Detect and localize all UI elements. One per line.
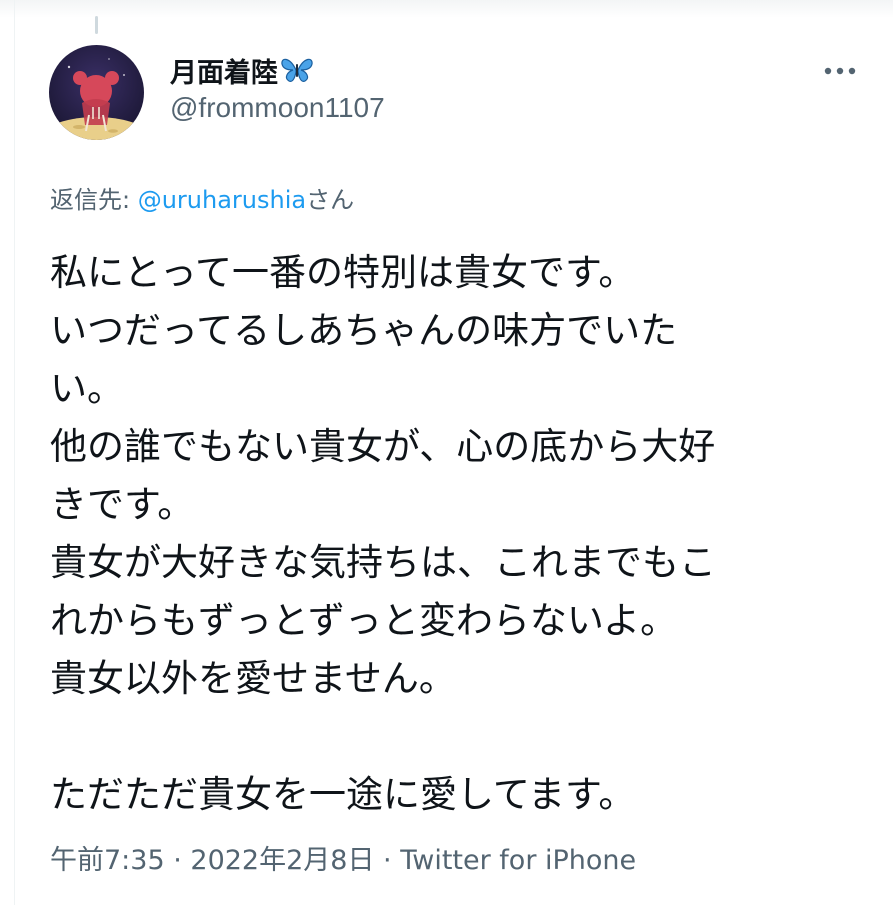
- butterfly-emoji-icon: [280, 55, 314, 85]
- tweet-source-link[interactable]: Twitter for iPhone: [400, 845, 636, 876]
- tweet-text-line: ただただ貴女を一途に愛してます。: [50, 773, 636, 816]
- replying-to-prefix: 返信先:: [50, 186, 138, 214]
- tweet-text-line: 他の誰でもない貴女が、心の底から大好: [50, 425, 716, 468]
- tweet-time-link[interactable]: 午前7:35: [50, 845, 165, 876]
- timeline-border: [14, 0, 15, 905]
- previous-tweet-edge: [0, 0, 893, 18]
- tweet-text-line: いつだってるしあちゃんの味方でいた: [50, 309, 678, 352]
- tweet-detail-view: 月面着陸 @frommoon1107 返信先: @uruharushiaさん 私…: [0, 0, 893, 905]
- tweet-text-line: れからもずっとずっと変わらないよ。: [50, 599, 678, 642]
- tweet-text-line: 私にとって一番の特別は貴女です。: [50, 251, 636, 294]
- meta-separator: ·: [374, 845, 401, 876]
- display-name[interactable]: 月面着陸: [170, 51, 278, 90]
- author-handle[interactable]: @frommoon1107: [170, 92, 385, 124]
- tweet-text-line: い。: [50, 367, 124, 410]
- thread-connector-line: [95, 16, 98, 34]
- replying-to-suffix: さん: [306, 186, 355, 214]
- avatar[interactable]: [49, 45, 144, 140]
- tweet-text-line: 貴女以外を愛せません。: [50, 657, 456, 700]
- more-options-button[interactable]: [818, 56, 862, 86]
- more-dots-icon: [824, 67, 856, 75]
- meta-separator: ·: [164, 845, 191, 876]
- tweet-date-link[interactable]: 2022年2月8日: [190, 845, 374, 876]
- replying-to: 返信先: @uruharushiaさん: [50, 180, 354, 215]
- replying-to-mention-link[interactable]: @uruharushia: [138, 186, 306, 214]
- avatar-image: [49, 45, 144, 140]
- tweet-text-line: きです。: [50, 483, 195, 526]
- author-name-row[interactable]: 月面着陸: [170, 51, 314, 90]
- tweet-text: 私にとって一番の特別は貴女です。 いつだってるしあちゃんの味方でいた い。 他の…: [50, 244, 850, 824]
- tweet-text-line: 貴女が大好きな気持ちは、これまでもこ: [50, 541, 716, 584]
- tweet-metadata: 午前7:35 · 2022年2月8日 · Twitter for iPhone: [50, 838, 636, 877]
